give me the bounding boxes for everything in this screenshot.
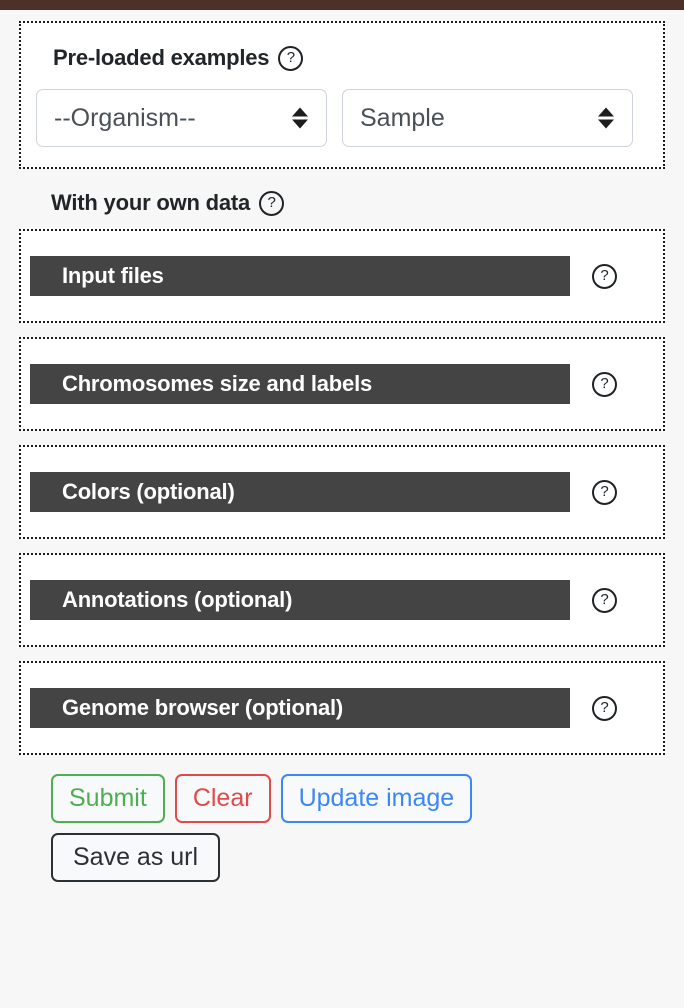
section-label: Input files — [62, 263, 164, 288]
preloaded-examples-panel: Pre-loaded examples ? --Organism-- Sampl… — [19, 21, 665, 169]
section-panel-input-files: Input files ? — [19, 229, 665, 323]
section-label: Annotations (optional) — [62, 587, 293, 612]
chevron-updown-icon — [598, 107, 614, 129]
sample-select[interactable]: Sample — [342, 89, 633, 147]
sample-select-value: Sample — [360, 103, 445, 132]
help-icon[interactable]: ? — [278, 45, 304, 71]
update-image-button[interactable]: Update image — [280, 774, 473, 823]
help-icon[interactable]: ? — [592, 479, 617, 505]
section-panel-chromosomes-size-and-labels: Chromosomes size and labels ? — [19, 337, 665, 431]
help-icon[interactable]: ? — [592, 371, 617, 397]
help-icon[interactable]: ? — [592, 263, 617, 289]
section-panel-genome-browser-optional: Genome browser (optional) ? — [19, 661, 665, 755]
own-data-heading: With your own data ? — [51, 190, 684, 216]
top-accent-bar — [0, 0, 684, 10]
section-label: Genome browser (optional) — [62, 695, 344, 720]
clear-button[interactable]: Clear — [174, 774, 271, 823]
preloaded-examples-title: Pre-loaded examples — [53, 45, 270, 70]
section-toggle-annotations-optional[interactable]: Annotations (optional) — [30, 580, 570, 620]
section-label: Colors (optional) — [62, 479, 235, 504]
section-panel-colors-optional: Colors (optional) ? — [19, 445, 665, 539]
form-actions: Submit Clear Update image Save as url — [51, 774, 684, 882]
section-label: Chromosomes size and labels — [62, 371, 373, 396]
section-toggle-input-files[interactable]: Input files — [30, 256, 570, 296]
form-actions-row-primary: Submit Clear Update image — [51, 774, 684, 823]
section-toggle-colors-optional[interactable]: Colors (optional) — [30, 472, 570, 512]
own-data-title: With your own data — [51, 190, 251, 215]
section-panel-annotations-optional: Annotations (optional) ? — [19, 553, 665, 647]
submit-button[interactable]: Submit — [51, 774, 165, 823]
section-toggle-chromosomes-size-and-labels[interactable]: Chromosomes size and labels — [30, 364, 570, 404]
form-actions-row-secondary: Save as url — [51, 832, 684, 882]
section-toggle-genome-browser-optional[interactable]: Genome browser (optional) — [30, 688, 570, 728]
help-icon[interactable]: ? — [259, 190, 285, 216]
organism-select-value: --Organism-- — [54, 103, 196, 132]
save-as-url-button[interactable]: Save as url — [51, 832, 221, 882]
organism-select[interactable]: --Organism-- — [36, 89, 327, 147]
preloaded-examples-heading: Pre-loaded examples ? — [53, 45, 648, 71]
help-icon[interactable]: ? — [592, 695, 617, 721]
preloaded-select-row: --Organism-- Sample — [36, 89, 648, 147]
help-icon[interactable]: ? — [592, 587, 617, 613]
chevron-updown-icon — [292, 107, 308, 129]
